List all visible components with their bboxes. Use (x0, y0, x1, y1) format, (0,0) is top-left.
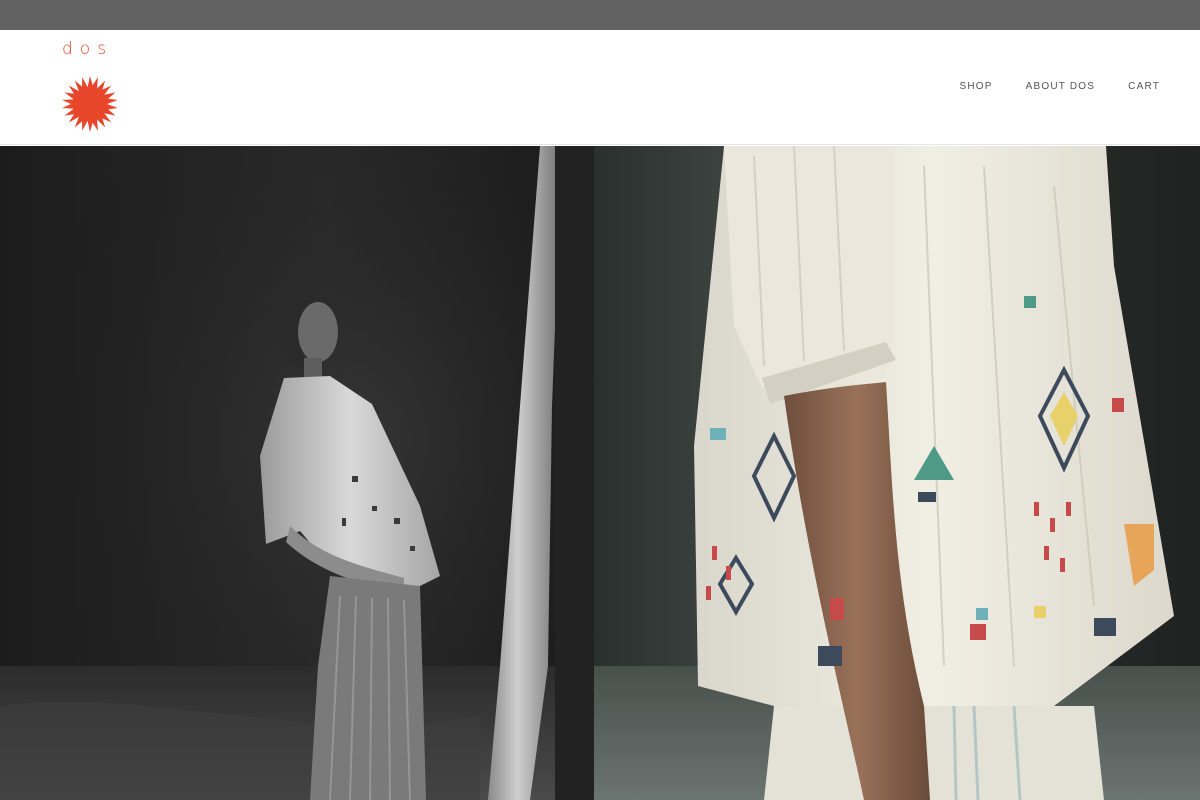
blouse-closeup-photo (594, 146, 1200, 800)
nav-item-cart[interactable]: CART (1128, 81, 1160, 92)
brand-wordmark: dos (62, 39, 114, 59)
sun-core (75, 89, 105, 119)
nav-item-shop[interactable]: SHOP (959, 81, 992, 92)
hero-image-right[interactable] (594, 146, 1200, 800)
sun-icon (62, 76, 118, 132)
announcement-bar (0, 0, 1200, 30)
brand-logo[interactable]: dos (60, 40, 122, 140)
main-nav: SHOP ABOUT DOS CART (959, 81, 1160, 92)
nav-item-about-dos[interactable]: ABOUT DOS (1026, 81, 1096, 92)
hero-image-left[interactable] (0, 146, 594, 800)
hero-gallery (0, 146, 1200, 800)
site-header: dos SHOP ABOUT DOS CART (0, 30, 1200, 145)
model-photo (0, 146, 594, 800)
